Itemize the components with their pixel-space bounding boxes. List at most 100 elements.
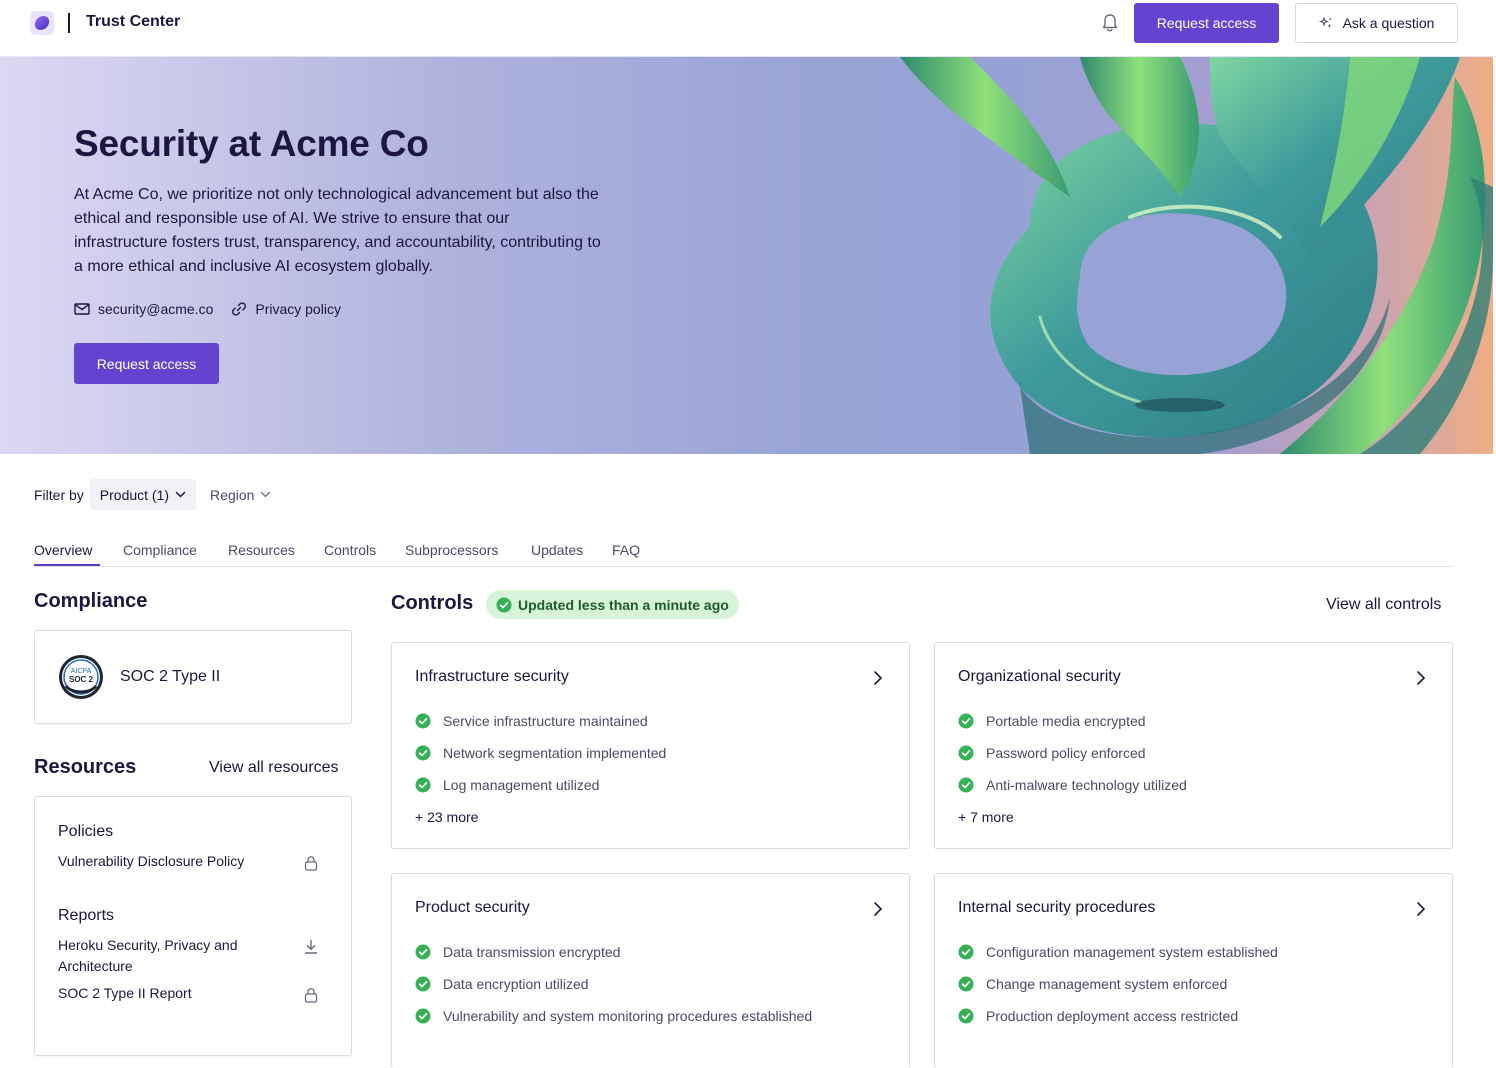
logo-icon[interactable] [30, 11, 54, 35]
hero-description: At Acme Co, we prioritize not only techn… [74, 186, 601, 275]
check-circle-icon [415, 976, 431, 992]
region-filter-dropdown[interactable]: Region [210, 487, 271, 503]
check-circle-icon [496, 597, 512, 612]
control-card-title: Internal security procedures [958, 899, 1156, 916]
brand-divider [68, 13, 70, 33]
check-circle-icon [958, 976, 974, 992]
control-item-label: Service infrastructure maintained [443, 713, 648, 729]
active-tab-indicator [34, 564, 100, 566]
soc2-badge-top-text: AICPA [71, 668, 92, 675]
controls-heading: Controls [391, 592, 474, 614]
control-card-title: Infrastructure security [415, 668, 569, 685]
control-item-label: Change management system enforced [986, 976, 1228, 992]
request-access-button[interactable]: Request access [1134, 3, 1279, 43]
lock-icon [304, 988, 318, 1003]
region-filter-label: Region [210, 486, 255, 503]
control-item-label: Portable media encrypted [986, 713, 1146, 729]
control-more-link[interactable]: + 23 more [415, 809, 478, 825]
check-circle-icon [958, 1008, 974, 1024]
report-heroku-security[interactable]: Heroku Security, Privacy and Architectur… [58, 935, 278, 977]
control-card-title: Product security [415, 899, 530, 916]
control-more-link[interactable]: + 7 more [958, 809, 1014, 825]
control-item: Anti-malware technology utilized [958, 777, 1187, 793]
soc2-type-ii-label: SOC 2 Type II [120, 668, 221, 685]
tab-updates[interactable]: Updates [531, 542, 583, 558]
tab-compliance[interactable]: Compliance [123, 542, 197, 558]
check-circle-icon [415, 777, 431, 793]
control-item: Service infrastructure maintained [415, 713, 648, 729]
check-circle-icon [415, 1008, 431, 1024]
control-item: Production deployment access restricted [958, 1008, 1238, 1024]
tab-resources[interactable]: Resources [228, 542, 295, 558]
security-email-link[interactable]: security@acme.co [74, 301, 213, 317]
control-item-label: Vulnerability and system monitoring proc… [443, 1008, 813, 1024]
control-item: Portable media encrypted [958, 713, 1146, 729]
check-circle-icon [958, 944, 974, 960]
soc2-badge-main-text: SOC 2 [69, 675, 94, 684]
tab-subprocessors[interactable]: Subprocessors [405, 542, 498, 558]
policy-vulnerability-disclosure[interactable]: Vulnerability Disclosure Policy [58, 851, 278, 872]
control-item-label: Production deployment access restricted [986, 1008, 1239, 1024]
privacy-policy-text: Privacy policy [255, 301, 341, 317]
chevron-right-icon[interactable] [871, 669, 885, 687]
privacy-policy-link[interactable]: Privacy policy [231, 301, 341, 317]
abstract-loop-illustration [900, 57, 1493, 454]
view-all-controls-link[interactable]: View all controls [1326, 596, 1441, 614]
lock-icon [304, 856, 318, 871]
control-item-label: Network segmentation implemented [443, 745, 667, 761]
hero-banner: Security at Acme Co At Acme Co, we prior… [0, 57, 1493, 454]
tab-faq[interactable]: FAQ [612, 542, 640, 558]
control-item: Configuration management system establis… [958, 944, 1278, 960]
check-circle-icon [958, 745, 974, 761]
chevron-right-icon[interactable] [1414, 900, 1428, 918]
download-icon[interactable] [303, 939, 319, 955]
control-card-product-security[interactable]: Product security Data transmission encry… [391, 873, 910, 1068]
control-item: Log management utilized [415, 777, 599, 793]
chevron-right-icon[interactable] [1414, 669, 1428, 687]
tab-controls[interactable]: Controls [324, 542, 376, 558]
section-tabs: Overview Compliance Resources Controls S… [34, 540, 1453, 567]
hero-contact-links: security@acme.co Privacy policy [74, 301, 341, 317]
check-circle-icon [415, 713, 431, 729]
control-item-label: Data transmission encrypted [443, 944, 621, 960]
report-soc2-type-ii[interactable]: SOC 2 Type II Report [58, 983, 278, 1004]
control-card-organizational-security[interactable]: Organizational security Portable media e… [934, 642, 1453, 849]
soc2-badge-icon: AICPA SOC 2 [59, 655, 103, 699]
compliance-card-soc2[interactable]: AICPA SOC 2 SOC 2 Type II [34, 630, 352, 724]
hero-title: Security at Acme Co [74, 123, 429, 164]
control-item: Data transmission encrypted [415, 944, 620, 960]
check-circle-icon [958, 777, 974, 793]
trust-center-page: Trust Center Request access Ask a questi… [0, 0, 1496, 1068]
check-circle-icon [958, 713, 974, 729]
view-all-resources-link[interactable]: View all resources [209, 759, 339, 777]
control-card-infrastructure-security[interactable]: Infrastructure security Service infrastr… [391, 642, 910, 849]
bell-icon[interactable] [1100, 12, 1120, 34]
control-item: Network segmentation implemented [415, 745, 666, 761]
check-circle-icon [415, 745, 431, 761]
control-item-label: Password policy enforced [986, 745, 1146, 761]
control-item: Vulnerability and system monitoring proc… [415, 1008, 812, 1024]
filter-bar: Filter by Product (1) Region [34, 479, 271, 510]
link-icon [232, 302, 247, 316]
control-item-label: Anti-malware technology utilized [986, 777, 1187, 793]
resources-card: Policies Vulnerability Disclosure Policy… [34, 796, 352, 1056]
chevron-right-icon[interactable] [871, 900, 885, 918]
control-item-label: Data encryption utilized [443, 976, 589, 992]
control-item: Change management system enforced [958, 976, 1227, 992]
controls-updated-badge: Updated less than a minute ago [486, 590, 739, 619]
control-item: Password policy enforced [958, 745, 1146, 761]
product-filter-dropdown[interactable]: Product (1) [89, 479, 197, 510]
control-item-label: Log management utilized [443, 777, 600, 793]
hero-request-access-button[interactable]: Request access [74, 343, 219, 384]
resources-heading: Resources [34, 756, 137, 778]
sparkle-icon [1318, 16, 1332, 28]
control-card-internal-security-procedures[interactable]: Internal security procedures Configurati… [934, 873, 1453, 1068]
chevron-down-icon [175, 491, 186, 498]
tab-overview[interactable]: Overview [34, 542, 92, 558]
security-email-text: security@acme.co [98, 301, 214, 317]
ask-question-label: Ask a question [1342, 15, 1435, 31]
reports-heading: Reports [58, 907, 115, 924]
brand-name[interactable]: Trust Center [86, 13, 180, 31]
check-circle-icon [415, 944, 431, 960]
ask-question-button[interactable]: Ask a question [1295, 3, 1458, 43]
